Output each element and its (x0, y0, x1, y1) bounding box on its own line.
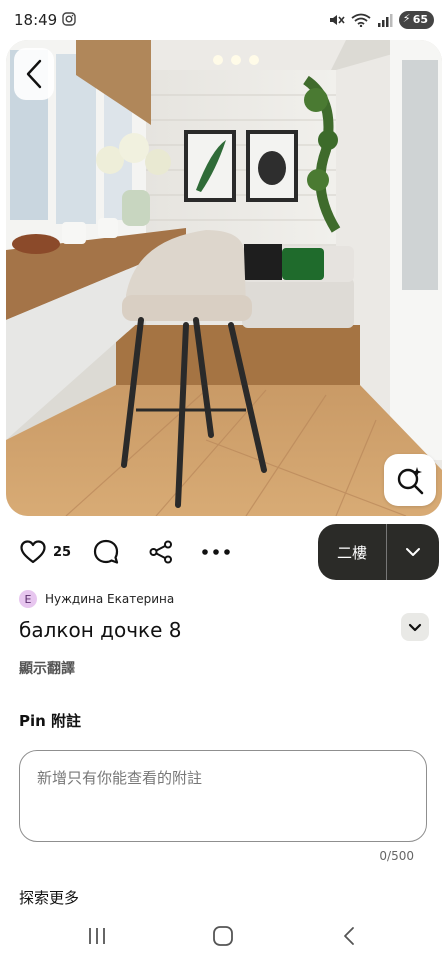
share-icon[interactable] (149, 540, 173, 564)
visual-search-icon (397, 467, 424, 495)
battery-level: 65 (412, 13, 428, 26)
pin-note-input[interactable] (19, 750, 427, 842)
nav-home-button[interactable] (208, 922, 238, 950)
charging-icon: ⚡ (402, 12, 411, 25)
explore-more-heading: 探索更多 (19, 889, 80, 907)
save-to-board-control: 二樓 (318, 524, 439, 580)
board-dropdown-button[interactable] (387, 524, 439, 580)
pin-image[interactable] (6, 40, 442, 516)
nav-back-button[interactable] (334, 922, 364, 950)
back-icon (344, 927, 354, 945)
battery-indicator: ⚡ 65 (398, 11, 434, 29)
signal-icon (377, 14, 393, 27)
chevron-down-icon (408, 623, 422, 631)
home-icon (213, 926, 233, 946)
author-name[interactable]: Нуждина Екатерина (45, 592, 174, 606)
note-char-counter: 0/500 (379, 849, 414, 863)
mute-icon (329, 15, 345, 25)
status-time: 18:49 (14, 11, 58, 29)
more-icon[interactable] (200, 543, 232, 561)
pin-author[interactable]: E Нуждина Екатерина (19, 590, 174, 608)
like-count: 25 (53, 545, 72, 560)
back-button[interactable] (14, 48, 54, 100)
pin-note-heading: Pin 附註 (19, 712, 82, 730)
pin-title: балкон дочке 8 (19, 618, 182, 642)
instagram-icon (62, 12, 76, 26)
system-nav-bar (0, 912, 448, 960)
avatar[interactable]: E (19, 590, 37, 608)
recent-apps-icon (89, 928, 105, 944)
chevron-down-icon (406, 548, 420, 556)
status-bar: 18:49 ⚡ 65 (0, 0, 448, 40)
wifi-icon (351, 13, 371, 27)
save-to-board-button[interactable]: 二樓 (318, 524, 386, 580)
comment-icon[interactable] (93, 539, 119, 565)
heart-icon[interactable] (20, 540, 46, 564)
chevron-left-icon (26, 59, 42, 89)
visual-search-button[interactable] (384, 454, 436, 506)
status-icons: ⚡ 65 (329, 11, 434, 29)
show-translation-link[interactable]: 顯示翻譯 (19, 658, 75, 678)
nav-recent-apps-button[interactable] (82, 922, 112, 950)
expand-details-button[interactable] (401, 613, 429, 641)
